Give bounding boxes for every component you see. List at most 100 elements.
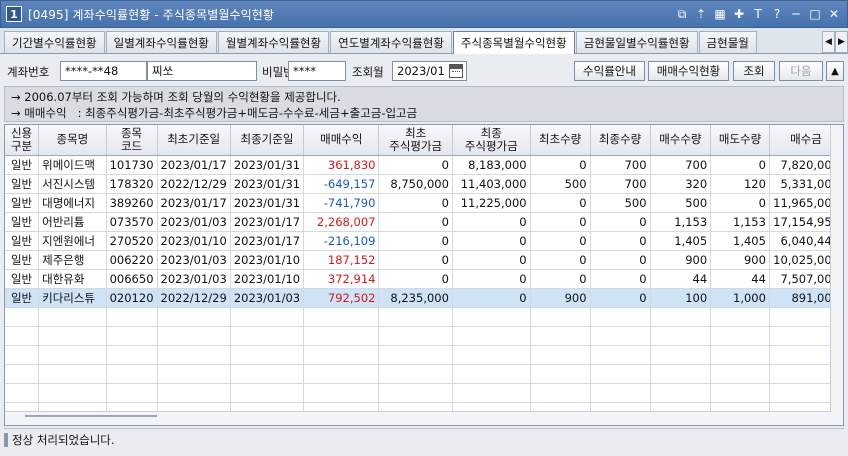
column-header[interactable]: 최종수량 [590, 125, 651, 156]
column-header[interactable]: 신용 구분 [5, 125, 40, 156]
table-row[interactable]: 일반 서진시스템 178320 2022/12/29 2023/01/31 -649,15… [5, 174, 843, 194]
font-size-icon[interactable]: T [751, 6, 765, 22]
column-header[interactable]: 종목명 [38, 125, 107, 156]
column-header[interactable]: 종목 코드 [106, 125, 158, 156]
cell-code: 006650 [106, 269, 158, 289]
account-name-field: 찌쏘 [147, 61, 257, 81]
cell-last-qty: 0 [590, 231, 651, 251]
table-row[interactable]: 일반 키다리스튜 020120 2022/12/29 2023/01/03 792,502… [5, 288, 843, 308]
title-bar: 1 [0495] 계좌수익률현황 - 주식종목별월수익현황 ⧉ ⇡ ▦ ✚ T … [0, 0, 848, 28]
table-header-row: 신용 구분 종목명 종목 코드 최초기준일 최종기준일 매매수익 최초 주식평가금 최종 주식… [5, 125, 843, 156]
close-icon[interactable]: ✕ [827, 6, 841, 22]
password-field[interactable]: **** [288, 61, 346, 81]
horizontal-scroll-thumb[interactable] [25, 415, 157, 423]
cell-buy-qty: 320 [650, 174, 712, 194]
tab-gold-monthly[interactable]: 금현물월 [698, 31, 757, 53]
cell-buy-qty: 700 [650, 155, 712, 175]
empty-cell [106, 383, 158, 403]
cell-last-qty: 700 [590, 174, 651, 194]
next-button[interactable]: 다음 [779, 61, 823, 81]
table-row[interactable]: 일반 대한유화 006650 2023/01/03 2023/01/10 372,914 0… [5, 269, 843, 289]
tab-gold-daily-return[interactable]: 금현물일별수익률현황 [575, 31, 698, 53]
cell-profit: 187,152 [303, 250, 380, 270]
cell-last-qty: 500 [590, 193, 651, 213]
tab-daily-account-return[interactable]: 일별계좌수익률현황 [105, 31, 217, 53]
profit-grid[interactable]: 신용 구분 종목명 종목 코드 최초기준일 최종기준일 매매수익 최초 주식평가금 최종 주식… [4, 124, 844, 426]
table-row[interactable]: 일반 어반리튬 073570 2023/01/03 2023/01/17 2,268,00… [5, 212, 843, 232]
layout-icon[interactable]: ▦ [713, 6, 727, 22]
maximize-icon[interactable]: □ [808, 6, 822, 22]
empty-cell [378, 383, 453, 403]
empty-cell [710, 307, 770, 327]
table-row[interactable]: 일반 제주은행 006220 2023/01/03 2023/01/10 187,152 0… [5, 250, 843, 270]
tab-yearly-account-return[interactable]: 연도별계좌수익률현황 [330, 31, 452, 53]
tab-period-return[interactable]: 기간별수익률현황 [4, 31, 105, 53]
cell-first-qty: 0 [530, 231, 591, 251]
table-row[interactable]: 일반 지엔원에너 270520 2023/01/10 2023/01/17 -216,10… [5, 231, 843, 251]
tab-monthly-account-return[interactable]: 월별계좌수익률현황 [217, 31, 330, 53]
collapse-up-icon[interactable]: ▲ [826, 61, 844, 81]
notice-line-1: → 2006.07부터 조회 가능하며 조회 당월의 수익현황을 제공합니다. [11, 90, 341, 104]
cell-sell-qty: 120 [710, 174, 770, 194]
pin-icon[interactable]: ✚ [732, 6, 746, 22]
trade-profit-button[interactable]: 매매수익현황 [648, 61, 729, 81]
month-field[interactable]: 2023/01 [392, 61, 467, 81]
guide-button[interactable]: 수익률안내 [574, 61, 645, 81]
cell-credit: 일반 [5, 269, 40, 289]
pin-top-icon[interactable]: ⇡ [694, 6, 708, 22]
column-header[interactable]: 최초수량 [530, 125, 591, 156]
cell-sell-qty: 44 [710, 269, 770, 289]
empty-cell [38, 364, 107, 384]
cell-profit: 792,502 [303, 288, 380, 308]
table-row[interactable]: 일반 위메이드맥 101730 2023/01/17 2023/01/31 361,830… [5, 155, 843, 175]
account-number-field[interactable]: ****-**48 [60, 61, 147, 81]
empty-cell [5, 364, 40, 384]
column-header[interactable]: 최종 주식평가금 [452, 125, 531, 156]
column-header[interactable]: 최초 주식평가금 [378, 125, 453, 156]
search-button[interactable]: 조회 [733, 61, 775, 81]
horizontal-scrollbar[interactable] [5, 411, 831, 425]
minimize-icon[interactable]: ─ [789, 6, 803, 22]
cell-last-eval: 0 [452, 212, 531, 232]
empty-cell [303, 364, 380, 384]
empty-cell [452, 364, 531, 384]
column-header[interactable]: 매수수량 [650, 125, 712, 156]
month-label: 조회월 [352, 65, 384, 79]
empty-cell [106, 326, 158, 346]
empty-cell [5, 326, 40, 346]
tab-scroll-left-icon[interactable]: ◀ [822, 31, 835, 53]
empty-cell [710, 364, 770, 384]
cell-start: 2023/01/17 [157, 193, 231, 213]
cell-last-eval: 0 [452, 231, 531, 251]
cell-last-eval: 0 [452, 288, 531, 308]
cell-last-qty: 0 [590, 250, 651, 270]
cell-first-qty: 900 [530, 288, 591, 308]
empty-cell [157, 326, 231, 346]
cell-last-qty: 0 [590, 212, 651, 232]
column-header[interactable]: 매도수량 [710, 125, 770, 156]
empty-cell [5, 383, 40, 403]
calendar-icon[interactable] [449, 64, 463, 78]
column-header[interactable]: 최종기준일 [230, 125, 305, 156]
tab-stock-monthly-profit[interactable]: 주식종목별월수익현황 [452, 31, 575, 54]
link-icon[interactable]: ⧉ [675, 6, 689, 22]
cell-start: 2023/01/10 [157, 231, 231, 251]
tab-strip: 기간별수익률현황 일별계좌수익률현황 월별계좌수익률현황 연도별계좌수익률현황 … [0, 28, 848, 54]
empty-cell [303, 307, 380, 327]
vertical-scrollbar[interactable] [830, 125, 843, 425]
cell-buy-qty: 900 [650, 250, 712, 270]
profit-table: 신용 구분 종목명 종목 코드 최초기준일 최종기준일 매매수익 최초 주식평가금 최종 주식… [5, 125, 843, 422]
cell-sell-qty: 1,153 [710, 212, 770, 232]
table-row[interactable]: 일반 대명에너지 389260 2023/01/17 2023/01/31 -741,79… [5, 193, 843, 213]
empty-cell [590, 326, 651, 346]
help-icon[interactable]: ? [770, 6, 784, 22]
empty-cell [230, 345, 305, 365]
cell-name: 제주은행 [38, 250, 107, 270]
cell-profit: 361,830 [303, 155, 380, 175]
column-header[interactable]: 최초기준일 [157, 125, 231, 156]
tab-scroll-right-icon[interactable]: ▶ [835, 31, 848, 53]
column-header[interactable]: 매매수익 [303, 125, 380, 156]
empty-cell [106, 364, 158, 384]
cell-start: 2022/12/29 [157, 174, 231, 194]
empty-cell [590, 307, 651, 327]
